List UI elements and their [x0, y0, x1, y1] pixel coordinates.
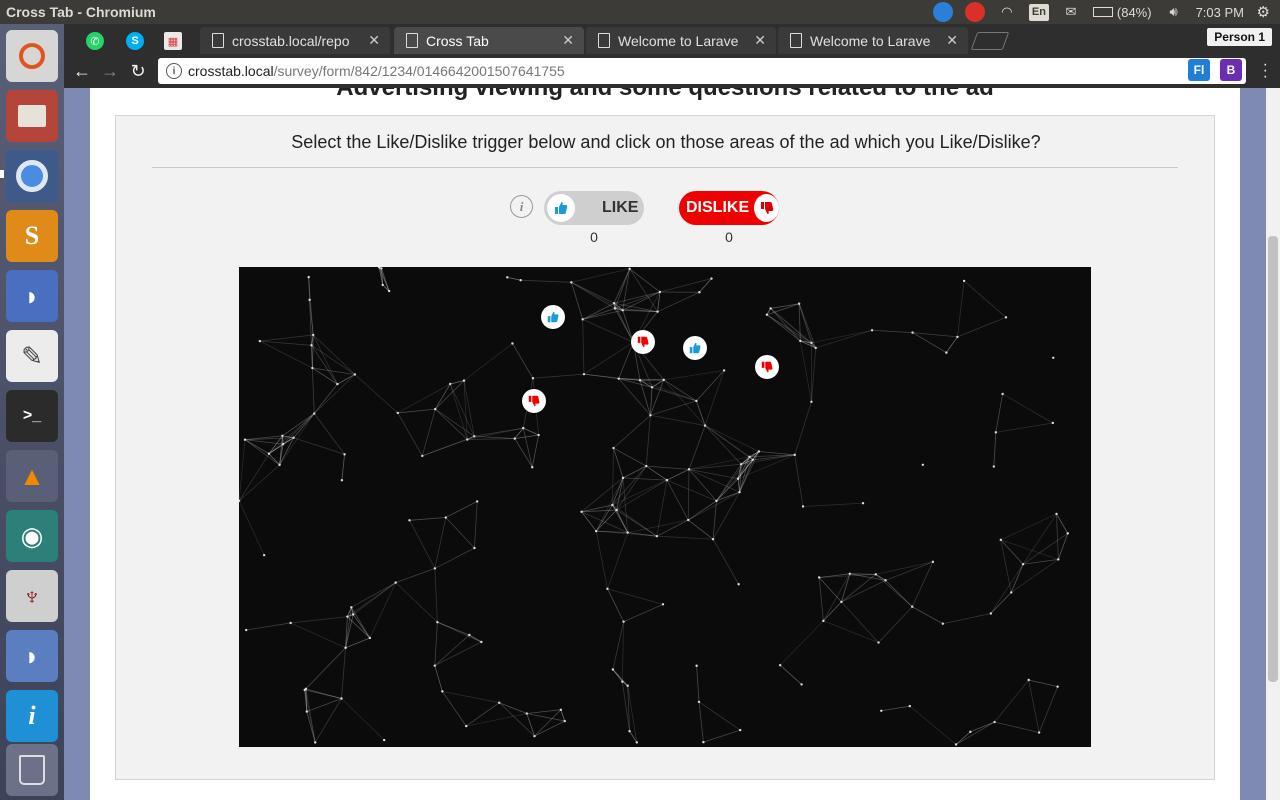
mail-icon[interactable]: ✉: [1061, 3, 1081, 21]
ad-survey-panel: Select the Like/Dislike trigger below an…: [115, 115, 1215, 780]
address-bar[interactable]: i crosstab.local/survey/form/842/1234/01…: [158, 58, 1246, 84]
survey-prompt: Select the Like/Dislike trigger below an…: [291, 132, 1041, 152]
document-icon: [406, 33, 418, 48]
whatsapp-icon: ✆: [86, 32, 104, 50]
battery-icon: [1092, 7, 1113, 17]
tab-cross-tab[interactable]: Cross Tab ✕: [394, 27, 584, 54]
dislike-label: DISLIKE: [686, 199, 750, 216]
wine-icon[interactable]: ♆: [6, 570, 58, 622]
thumbs-up-icon: [547, 194, 575, 222]
thumbs-up-icon: [689, 342, 701, 354]
document-icon: [790, 33, 802, 48]
tab-crosstab-report[interactable]: crosstab.local/repo ✕: [200, 27, 390, 54]
divider: [152, 167, 1178, 168]
pinned-tab-skype[interactable]: S: [118, 28, 152, 54]
files-icon[interactable]: [6, 90, 58, 142]
extension-b-icon[interactable]: B: [1220, 59, 1242, 81]
network-pattern: [239, 267, 1069, 746]
wifi-icon[interactable]: ◠: [997, 3, 1017, 21]
dislike-marker[interactable]: [631, 330, 655, 354]
sublime-text-icon[interactable]: S: [6, 210, 58, 262]
browser-chrome: ✆ S ▦ crosstab.local/repo ✕ Cross Tab ✕ …: [64, 24, 1280, 88]
terminal-icon[interactable]: >_: [6, 390, 58, 442]
vlc-icon[interactable]: ▲: [6, 450, 58, 502]
profile-button[interactable]: Person 1: [1207, 28, 1272, 46]
dislike-count: 0: [725, 229, 733, 245]
ubuntu-dash-icon[interactable]: [6, 30, 58, 82]
dislike-toggle-button[interactable]: DISLIKE: [679, 191, 779, 225]
system-tray: ◠ En ✉ (84%) 🔊︎ 7:03 PM: [932, 0, 1280, 24]
dislike-marker[interactable]: [755, 355, 779, 379]
scrollbar-thumb[interactable]: [1268, 236, 1278, 682]
like-marker[interactable]: [683, 336, 707, 360]
new-tab-button[interactable]: [970, 32, 1010, 50]
close-icon[interactable]: ✕: [368, 32, 380, 49]
gitkraken-icon[interactable]: ◉: [6, 510, 58, 562]
browser-menu-icon[interactable]: · · ·: [1263, 57, 1268, 85]
thumbs-down-icon: [754, 194, 779, 222]
volume-icon[interactable]: 🔊︎: [1164, 3, 1184, 21]
tab-label: Welcome to Larave: [618, 32, 739, 49]
os-top-panel: Cross Tab - Chromium ◠ En ✉ (84%) 🔊︎ 7:0…: [0, 0, 1280, 24]
calendar-icon: ▦: [164, 32, 182, 50]
thumbs-down-icon: [761, 361, 773, 373]
url-path: /survey/form/842/1234/014664200150764175…: [273, 63, 565, 79]
tab-label: Cross Tab: [426, 32, 489, 49]
launcher-sidebar: S ◗ ✎ >_ ▲ ◉ ♆ ◗ i: [0, 24, 64, 800]
window-title: Cross Tab - Chromium: [6, 4, 156, 20]
thumbs-up-icon: [547, 311, 559, 323]
keyboard-layout-indicator[interactable]: En: [1028, 3, 1049, 21]
reload-button[interactable]: ↻: [124, 57, 152, 85]
thumbs-down-icon: [637, 336, 649, 348]
like-marker[interactable]: [541, 305, 565, 329]
power-gear-icon[interactable]: ⚙: [1257, 3, 1270, 21]
like-toggle-button[interactable]: LIKE: [544, 191, 644, 225]
trash-icon[interactable]: [6, 744, 58, 796]
battery-indicator[interactable]: (84%): [1092, 4, 1152, 20]
dolphin-alt-icon[interactable]: ◗: [6, 630, 58, 682]
text-editor-icon[interactable]: ✎: [6, 330, 58, 382]
browser-toolbar: ← → ↻ i crosstab.local/survey/form/842/1…: [64, 54, 1280, 88]
tab-welcome-laravel-2[interactable]: Welcome to Larave ✕: [778, 27, 968, 54]
teamviewer-icon[interactable]: [932, 2, 953, 22]
ip-scanner-icon[interactable]: i: [6, 690, 58, 742]
document-icon: [598, 33, 610, 48]
dolphin-icon[interactable]: ◗: [6, 270, 58, 322]
close-icon[interactable]: ✕: [562, 32, 574, 49]
battery-percent: (84%): [1116, 4, 1152, 20]
document-icon: [212, 33, 224, 48]
tab-welcome-laravel-1[interactable]: Welcome to Larave ✕: [586, 27, 776, 54]
running-indicator: [0, 170, 4, 178]
clock[interactable]: 7:03 PM: [1196, 5, 1244, 20]
chromium-icon[interactable]: [6, 150, 58, 202]
forward-button[interactable]: →: [96, 57, 124, 85]
tab-label: crosstab.local/repo: [232, 32, 350, 49]
page-viewport: Advertising viewing and some questions r…: [64, 88, 1280, 800]
like-count: 0: [590, 229, 598, 245]
site-info-icon[interactable]: i: [166, 63, 182, 79]
page-heading: Advertising viewing and some questions r…: [90, 88, 1240, 102]
page-scrollbar[interactable]: [1266, 88, 1280, 800]
tab-label: Welcome to Larave: [810, 32, 931, 49]
extension-fl-icon[interactable]: Fl: [1188, 59, 1210, 81]
info-icon[interactable]: i: [510, 195, 533, 218]
skype-icon: S: [126, 32, 144, 50]
pinned-tab-whatsapp[interactable]: ✆: [78, 28, 112, 54]
close-icon[interactable]: ✕: [946, 32, 958, 49]
like-label: LIKE: [602, 199, 639, 216]
pinned-tab-calendar[interactable]: ▦: [156, 28, 190, 54]
url-host: crosstab.local: [188, 63, 274, 79]
thumbs-down-icon: [528, 395, 540, 407]
tab-strip: ✆ S ▦ crosstab.local/repo ✕ Cross Tab ✕ …: [64, 24, 1280, 54]
back-button[interactable]: ←: [68, 57, 96, 85]
dislike-marker[interactable]: [522, 389, 546, 413]
ad-image[interactable]: [239, 267, 1091, 747]
do-not-disturb-icon[interactable]: [964, 2, 985, 22]
close-icon[interactable]: ✕: [754, 32, 766, 49]
